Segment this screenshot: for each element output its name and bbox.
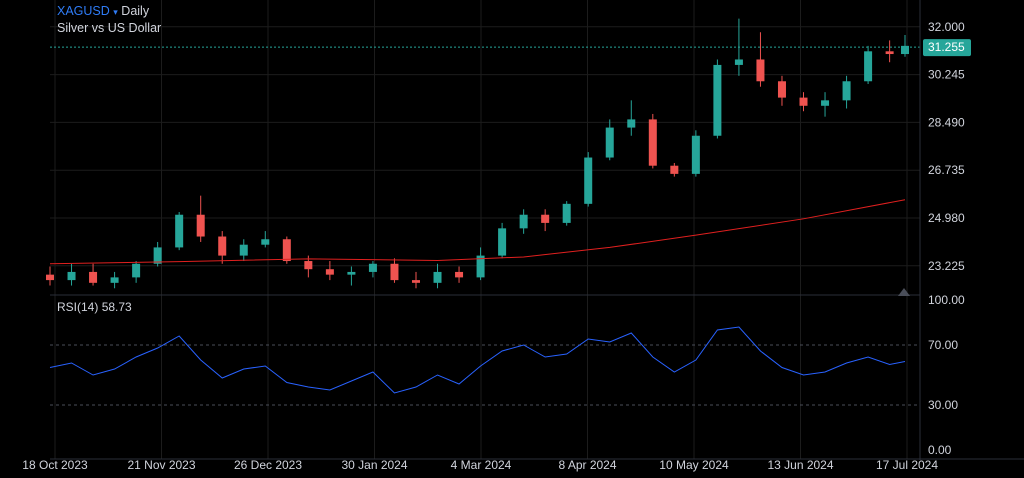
date-tick-label: 13 Jun 2024 bbox=[767, 458, 833, 472]
symbol-description: Silver vs US Dollar bbox=[57, 21, 162, 35]
candle-body bbox=[734, 59, 743, 65]
date-tick-label: 26 Dec 2023 bbox=[234, 458, 302, 472]
candle-body bbox=[627, 119, 636, 128]
candle-body bbox=[799, 97, 808, 106]
candle-body bbox=[239, 244, 248, 256]
candle-body bbox=[153, 247, 162, 264]
candle-body bbox=[821, 100, 830, 106]
rsi-axis-ticks: 100.00 70.00 30.00 0.00 bbox=[928, 293, 965, 457]
candle-body bbox=[885, 51, 894, 55]
symbol-name[interactable]: XAGUSD bbox=[57, 4, 110, 18]
candle-body bbox=[282, 239, 291, 262]
date-tick-label: 21 Nov 2023 bbox=[127, 458, 195, 472]
candle-body bbox=[562, 203, 571, 223]
date-tick-label: 10 May 2024 bbox=[659, 458, 729, 472]
scroll-to-latest-icon[interactable] bbox=[898, 288, 910, 296]
rsi-tick-label: 30.00 bbox=[928, 398, 958, 412]
candle-body bbox=[691, 135, 700, 174]
date-axis-ticks: 18 Oct 2023 21 Nov 2023 26 Dec 2023 30 Jan … bbox=[22, 458, 938, 472]
rsi-level-lines bbox=[50, 344, 920, 406]
rsi-line bbox=[49, 326, 906, 394]
symbol-header[interactable]: XAGUSD ▾ Daily bbox=[57, 4, 149, 18]
candle-body bbox=[368, 263, 377, 272]
candle-body bbox=[325, 269, 334, 275]
candle-body bbox=[411, 280, 420, 283]
candle-body bbox=[713, 64, 722, 136]
current-price-label: 31.255 bbox=[928, 40, 965, 54]
chart-window: 32.000 30.245 28.490 26.735 24.980 23.225 100… bbox=[0, 0, 1024, 473]
price-tick-label: 30.245 bbox=[928, 68, 965, 82]
chevron-down-icon[interactable]: ▾ bbox=[113, 7, 118, 17]
candle-body bbox=[196, 214, 205, 237]
candle-body bbox=[455, 271, 464, 278]
price-tick-label: 23.225 bbox=[928, 259, 965, 273]
price-tick-label: 28.490 bbox=[928, 115, 965, 129]
candle-body bbox=[175, 214, 184, 248]
date-tick-label: 8 Apr 2024 bbox=[558, 458, 616, 472]
candle-body bbox=[218, 236, 227, 256]
price-tick-label: 32.000 bbox=[928, 20, 965, 34]
rsi-tick-label: 0.00 bbox=[928, 443, 952, 457]
candle-body bbox=[89, 271, 98, 283]
date-tick-label: 18 Oct 2023 bbox=[22, 458, 88, 472]
price-tick-label: 26.735 bbox=[928, 163, 965, 177]
candle-body bbox=[347, 271, 356, 275]
candlestick-series bbox=[46, 18, 909, 289]
candle-body bbox=[433, 271, 442, 283]
candle-body bbox=[864, 51, 873, 82]
candle-body bbox=[67, 271, 76, 281]
candle-body bbox=[584, 157, 593, 204]
candle-body bbox=[756, 59, 765, 82]
date-tick-label: 4 Mar 2024 bbox=[451, 458, 512, 472]
price-tick-label: 24.980 bbox=[928, 211, 965, 225]
date-tick-label: 17 Jul 2024 bbox=[876, 458, 938, 472]
candle-body bbox=[901, 45, 909, 55]
candle-body bbox=[390, 263, 399, 281]
candle-body bbox=[498, 228, 507, 256]
candle-body bbox=[261, 239, 270, 245]
rsi-tick-label: 70.00 bbox=[928, 338, 958, 352]
interval-label[interactable]: Daily bbox=[121, 4, 149, 18]
candle-body bbox=[605, 127, 614, 158]
candle-body bbox=[541, 214, 550, 223]
candle-body bbox=[648, 119, 657, 166]
candle-body bbox=[519, 214, 528, 229]
candle-body bbox=[304, 261, 313, 270]
candle-body bbox=[777, 81, 786, 98]
candle-body bbox=[46, 274, 54, 281]
candle-body bbox=[670, 165, 679, 174]
candle-body bbox=[132, 263, 141, 278]
rsi-title: RSI(14) 58.73 bbox=[57, 300, 132, 314]
date-tick-label: 30 Jan 2024 bbox=[341, 458, 407, 472]
rsi-tick-label: 100.00 bbox=[928, 293, 965, 307]
candle-body bbox=[842, 81, 851, 101]
chart-canvas[interactable]: 32.000 30.245 28.490 26.735 24.980 23.225 100… bbox=[0, 0, 1024, 473]
candle-body bbox=[110, 277, 119, 283]
price-axis-ticks: 32.000 30.245 28.490 26.735 24.980 23.225 bbox=[928, 20, 965, 273]
